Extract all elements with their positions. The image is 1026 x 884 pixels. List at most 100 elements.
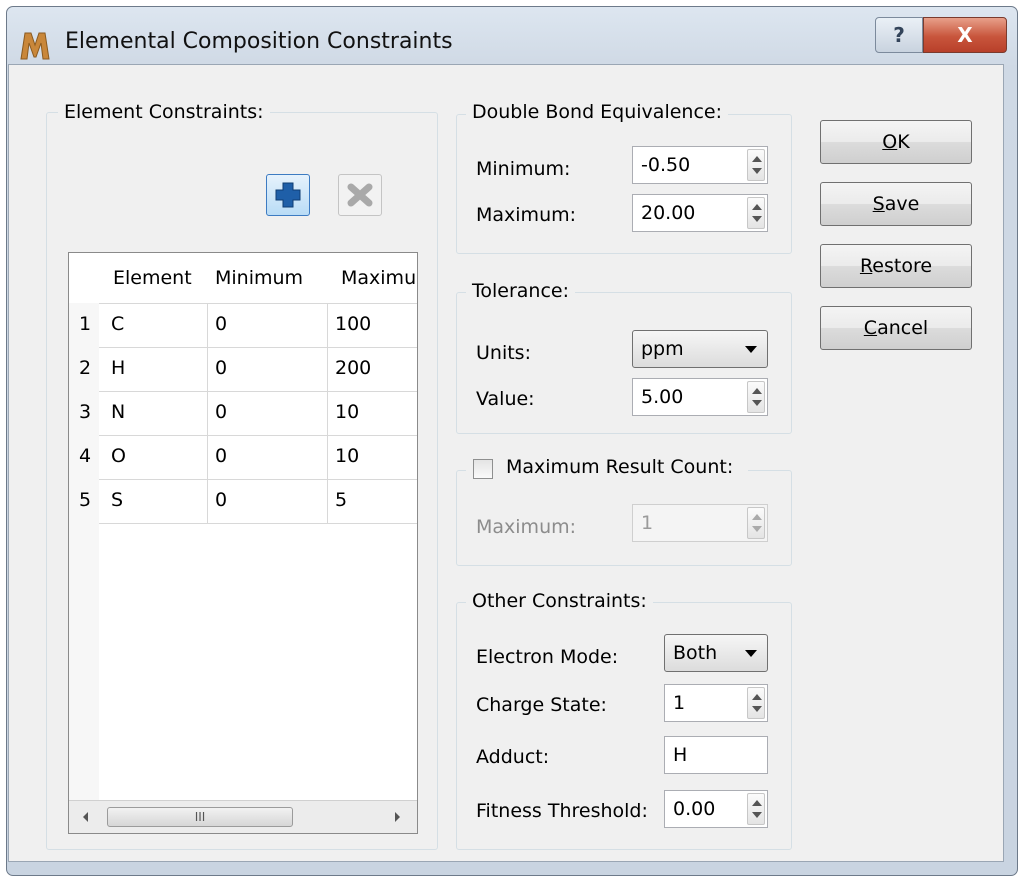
cell-element[interactable]: N: [111, 401, 125, 423]
column-header-maximum[interactable]: Maximu: [341, 267, 416, 289]
cell-maximum[interactable]: 5: [335, 489, 347, 511]
save-mnemonic: S: [872, 193, 885, 215]
cell-minimum[interactable]: 0: [215, 489, 227, 511]
cell-minimum[interactable]: 0: [215, 313, 227, 335]
units-label: Units:: [476, 342, 531, 364]
add-element-button[interactable]: [266, 174, 310, 216]
scroll-right-arrow-icon[interactable]: [395, 812, 400, 822]
spin-down-icon[interactable]: [752, 168, 762, 174]
fitness-threshold-label: Fitness Threshold:: [476, 800, 648, 822]
spin-up-icon[interactable]: [752, 514, 762, 520]
adduct-input[interactable]: H: [664, 736, 768, 774]
fitness-threshold-spinbox[interactable]: 0.00: [664, 790, 768, 828]
element-table[interactable]: Element Minimum Maximu 1 C 0 100 2 H 0 2…: [68, 252, 418, 834]
spin-up-icon[interactable]: [752, 156, 762, 162]
cell-maximum[interactable]: 200: [335, 357, 371, 379]
dbe-max-spinbox[interactable]: 20.00: [632, 194, 768, 232]
remove-element-button[interactable]: [338, 174, 382, 216]
cell-maximum[interactable]: 10: [335, 401, 359, 423]
x-icon: [347, 183, 373, 207]
app-logo-icon: [20, 32, 50, 60]
tolerance-title: Tolerance:: [466, 280, 576, 302]
electron-mode-value: Both: [673, 642, 718, 664]
adduct-value: H: [673, 744, 688, 766]
dbe-group: [456, 114, 792, 254]
scroll-left-arrow-icon[interactable]: [83, 812, 88, 822]
spin-up-icon[interactable]: [752, 694, 762, 700]
cell-element[interactable]: S: [111, 489, 123, 511]
spin-down-icon[interactable]: [752, 812, 762, 818]
dbe-max-value: 20.00: [641, 202, 696, 224]
save-label: ave: [884, 193, 920, 215]
ok-button[interactable]: OK: [820, 120, 972, 164]
tolerance-value-spinbox[interactable]: 5.00: [632, 378, 768, 416]
cell-element[interactable]: C: [111, 313, 124, 335]
spin-arrows[interactable]: [747, 381, 765, 413]
dbe-min-label: Minimum:: [476, 158, 571, 180]
row-number: 2: [79, 357, 92, 379]
cancel-mnemonic: C: [863, 317, 878, 339]
other-constraints-title: Other Constraints:: [466, 590, 653, 612]
restore-mnemonic: R: [859, 255, 873, 277]
ok-label: K: [897, 131, 910, 153]
restore-button[interactable]: Restore: [820, 244, 972, 288]
horizontal-scrollbar[interactable]: III: [69, 800, 417, 833]
row-number: 3: [79, 401, 92, 423]
units-dropdown[interactable]: ppm: [632, 330, 768, 368]
units-value: ppm: [641, 338, 684, 360]
scroll-thumb[interactable]: III: [107, 807, 293, 827]
spin-down-icon[interactable]: [752, 400, 762, 406]
plus-icon: [275, 182, 301, 208]
spin-up-icon[interactable]: [752, 204, 762, 210]
max-result-value: 1: [641, 512, 654, 534]
spin-down-icon[interactable]: [752, 706, 762, 712]
spin-up-icon[interactable]: [752, 800, 762, 806]
chevron-down-icon: [745, 650, 757, 657]
cancel-button[interactable]: Cancel: [820, 306, 972, 350]
help-button[interactable]: ?: [875, 17, 923, 53]
save-button[interactable]: Save: [820, 182, 972, 226]
cell-minimum[interactable]: 0: [215, 401, 227, 423]
dbe-min-value: -0.50: [641, 154, 691, 176]
cell-minimum[interactable]: 0: [215, 445, 227, 467]
window-title: Elemental Composition Constraints: [65, 29, 453, 54]
max-result-spinbox[interactable]: 1: [632, 504, 768, 542]
cell-element[interactable]: H: [111, 357, 125, 379]
spin-arrows[interactable]: [747, 793, 765, 825]
max-result-checkbox[interactable]: [473, 459, 493, 479]
fitness-threshold-value: 0.00: [673, 798, 716, 820]
charge-state-spinbox[interactable]: 1: [664, 684, 768, 722]
spin-arrows[interactable]: [747, 197, 765, 229]
spin-arrows[interactable]: [747, 149, 765, 181]
column-header-minimum[interactable]: Minimum: [215, 267, 303, 289]
max-result-title[interactable]: Maximum Result Count:: [506, 456, 733, 478]
spin-up-icon[interactable]: [752, 388, 762, 394]
column-header-element[interactable]: Element: [113, 267, 192, 289]
close-button[interactable]: X: [923, 17, 1007, 53]
spin-arrows[interactable]: [747, 507, 765, 539]
dbe-max-label: Maximum:: [476, 204, 577, 226]
cell-element[interactable]: O: [111, 445, 126, 467]
cell-minimum[interactable]: 0: [215, 357, 227, 379]
adduct-label: Adduct:: [476, 746, 550, 768]
restore-label: estore: [872, 255, 933, 277]
charge-state-value: 1: [673, 692, 686, 714]
cell-maximum[interactable]: 100: [335, 313, 371, 335]
tolerance-value-label: Value:: [476, 388, 535, 410]
spin-down-icon[interactable]: [752, 526, 762, 532]
cell-maximum[interactable]: 10: [335, 445, 359, 467]
element-constraints-title: Element Constraints:: [58, 101, 270, 123]
ok-mnemonic: O: [882, 131, 898, 153]
electron-mode-dropdown[interactable]: Both: [664, 634, 768, 672]
charge-state-label: Charge State:: [476, 694, 607, 716]
row-number: 1: [79, 313, 92, 335]
max-result-label: Maximum:: [476, 516, 577, 538]
row-number: 4: [79, 445, 92, 467]
spin-down-icon[interactable]: [752, 216, 762, 222]
spin-arrows[interactable]: [747, 687, 765, 719]
dbe-title: Double Bond Equivalence:: [466, 101, 728, 123]
tolerance-value: 5.00: [641, 386, 684, 408]
cancel-label: ancel: [877, 317, 929, 339]
table-header: Element Minimum Maximu: [69, 253, 417, 303]
dbe-min-spinbox[interactable]: -0.50: [632, 146, 768, 184]
